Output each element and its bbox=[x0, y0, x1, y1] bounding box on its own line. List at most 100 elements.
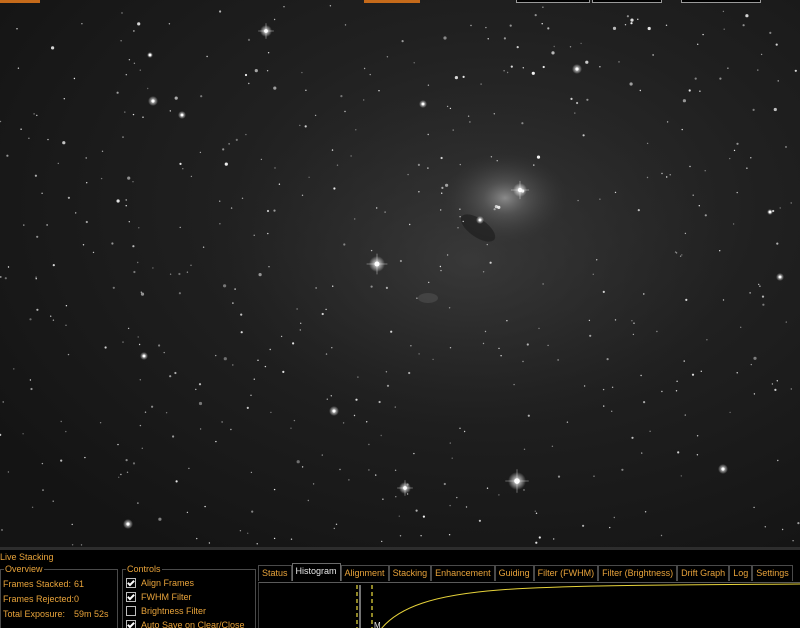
tab-filter-brightness[interactable]: Filter (Brightness) bbox=[598, 565, 678, 581]
star bbox=[534, 14, 537, 17]
star bbox=[612, 26, 617, 30]
star bbox=[746, 167, 748, 169]
star bbox=[104, 346, 107, 349]
tab-settings[interactable]: Settings bbox=[752, 565, 793, 581]
star bbox=[266, 209, 270, 213]
star bbox=[82, 244, 85, 246]
star bbox=[665, 24, 668, 26]
star bbox=[440, 156, 443, 160]
star bbox=[542, 65, 545, 69]
star bbox=[542, 6, 544, 8]
star bbox=[493, 113, 495, 115]
tab-histogram[interactable]: Histogram bbox=[291, 563, 341, 581]
star bbox=[790, 202, 792, 204]
align-frames-checkbox[interactable] bbox=[126, 578, 136, 588]
live-stack-image[interactable] bbox=[0, 0, 800, 547]
star bbox=[354, 218, 356, 220]
star bbox=[633, 322, 635, 324]
star bbox=[81, 23, 83, 25]
star bbox=[417, 163, 420, 166]
star bbox=[646, 176, 649, 179]
fwhm-filter-checkbox[interactable] bbox=[126, 592, 136, 602]
auto-save-option[interactable]: Auto Save on Clear/Close bbox=[126, 619, 245, 628]
tab-enhancement[interactable]: Enhancement bbox=[431, 565, 495, 581]
brightness-filter-checkbox[interactable] bbox=[126, 606, 136, 616]
star bbox=[219, 223, 221, 225]
star bbox=[467, 115, 470, 117]
tab-drift-graph[interactable]: Drift Graph bbox=[677, 565, 730, 581]
auto-save-checkbox[interactable] bbox=[126, 620, 136, 628]
tab-filter-fwhm[interactable]: Filter (FWHM) bbox=[533, 565, 599, 581]
histogram-view[interactable]: M bbox=[258, 582, 800, 628]
star bbox=[147, 87, 149, 90]
star bbox=[273, 209, 276, 212]
tab-log[interactable]: Log bbox=[729, 565, 753, 581]
star bbox=[363, 99, 365, 101]
tab-stacking[interactable]: Stacking bbox=[388, 565, 432, 581]
star bbox=[71, 523, 73, 526]
toolbar-field-2[interactable] bbox=[592, 0, 662, 3]
tab-guiding[interactable]: Guiding bbox=[494, 565, 534, 581]
brightness-filter-option[interactable]: Brightness Filter bbox=[126, 605, 206, 617]
tab-alignment[interactable]: Alignment bbox=[340, 565, 389, 581]
star bbox=[758, 283, 760, 286]
star bbox=[31, 506, 34, 508]
star bbox=[683, 360, 685, 362]
star bbox=[526, 343, 529, 346]
star bbox=[312, 483, 315, 485]
star bbox=[440, 269, 442, 272]
star bbox=[137, 336, 139, 338]
star bbox=[582, 134, 585, 137]
tab-status[interactable]: Status bbox=[258, 565, 292, 581]
star bbox=[51, 46, 55, 50]
star bbox=[230, 428, 232, 431]
star bbox=[736, 142, 739, 145]
star bbox=[752, 108, 755, 111]
toolbar-field-3[interactable] bbox=[681, 0, 761, 3]
star bbox=[547, 27, 550, 30]
align-frames-option[interactable]: Align Frames bbox=[126, 577, 194, 589]
star bbox=[698, 205, 700, 207]
star bbox=[647, 26, 651, 31]
star bbox=[697, 43, 699, 45]
star bbox=[125, 199, 127, 201]
star bbox=[522, 67, 524, 69]
star bbox=[2, 401, 4, 403]
toolbar-field-1[interactable] bbox=[516, 0, 590, 3]
histogram-chart[interactable]: M bbox=[259, 583, 800, 628]
star bbox=[777, 459, 779, 462]
nebula-wisp bbox=[418, 293, 438, 303]
toolbar-button-left[interactable] bbox=[0, 0, 40, 3]
star bbox=[704, 170, 706, 172]
star bbox=[740, 326, 742, 328]
star bbox=[611, 410, 613, 412]
star bbox=[750, 363, 752, 366]
star bbox=[174, 371, 177, 375]
star bbox=[637, 18, 639, 20]
star bbox=[614, 191, 617, 194]
star bbox=[378, 400, 381, 404]
star bbox=[753, 356, 757, 360]
star bbox=[689, 165, 691, 168]
star bbox=[416, 297, 418, 299]
star bbox=[240, 331, 243, 334]
star bbox=[448, 534, 451, 536]
star bbox=[273, 488, 276, 491]
star bbox=[574, 112, 576, 114]
star bbox=[395, 496, 397, 498]
star bbox=[121, 12, 123, 14]
star bbox=[336, 164, 339, 166]
star bbox=[631, 436, 634, 439]
star bbox=[422, 515, 425, 518]
star bbox=[198, 401, 203, 406]
star bbox=[381, 540, 383, 543]
toolbar-button-center[interactable] bbox=[364, 0, 420, 3]
star bbox=[769, 31, 772, 34]
star bbox=[42, 489, 44, 491]
star bbox=[332, 285, 334, 287]
fwhm-filter-option[interactable]: FWHM Filter bbox=[126, 591, 192, 603]
star bbox=[278, 183, 281, 185]
star bbox=[85, 157, 87, 159]
star bbox=[219, 200, 221, 202]
star bbox=[722, 10, 725, 13]
